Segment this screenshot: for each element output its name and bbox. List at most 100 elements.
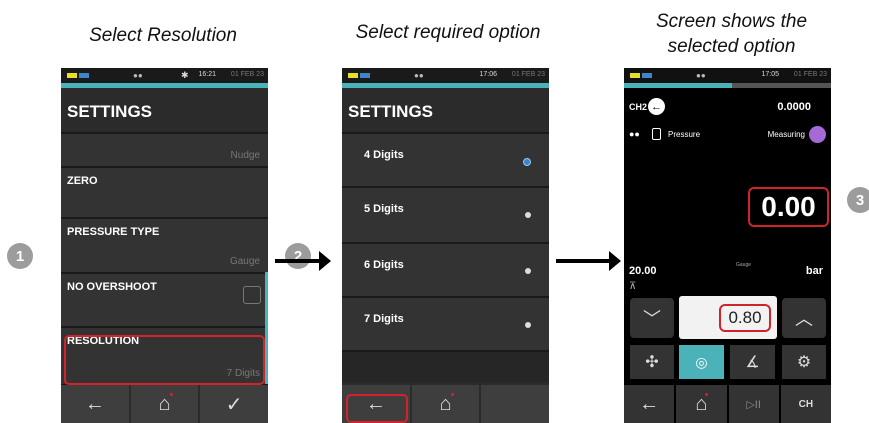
radio-icon[interactable] — [525, 268, 531, 274]
no-overshoot-checkbox[interactable] — [243, 286, 261, 304]
signal-icon — [360, 73, 370, 78]
radio-selected-icon[interactable] — [523, 158, 531, 166]
measure-icon: ◎ — [695, 353, 708, 370]
settings-button[interactable]: ⚙ — [782, 345, 826, 379]
radio-icon[interactable] — [525, 322, 531, 328]
signal-icon — [642, 73, 652, 78]
setting-label: NO OVERSHOOT — [67, 281, 157, 293]
option-label: 5 Digits — [364, 203, 404, 215]
channel-switch-icon[interactable]: ← — [648, 98, 665, 115]
angle-button[interactable]: ∡ — [730, 345, 775, 379]
progress-fill — [624, 83, 732, 88]
mode-label: Measuring — [767, 130, 805, 139]
setting-label: ZERO — [67, 175, 98, 187]
status-date: 01 FEB 23 — [793, 71, 827, 78]
status-date: 01 FEB 23 — [230, 71, 264, 78]
battery-icon — [67, 73, 77, 78]
device-screen-measurement: ●● 17:05 01 FEB 23 CH2 ← 0.0000 ●● Press… — [624, 68, 831, 423]
progress-track — [624, 83, 831, 88]
range-value: 20.00 — [629, 265, 657, 277]
option-label: 4 Digits — [364, 149, 404, 161]
decrease-button[interactable]: ﹀ — [630, 298, 674, 338]
highlight-resolution — [64, 335, 265, 385]
function-row: ●● Pressure Measuring — [624, 125, 831, 147]
caption-select-option: Select required option — [355, 22, 541, 43]
play-pause-button[interactable]: ▷II — [729, 385, 781, 423]
link-icon: ●● — [133, 71, 143, 80]
signal-icon — [79, 73, 89, 78]
channel-label: CH2 — [629, 102, 648, 112]
caption-select-resolution: Select Resolution — [89, 25, 237, 46]
caption-screen-shows-line1: Screen shows the — [655, 11, 808, 32]
caption-screen-shows-line2: selected option — [667, 36, 796, 57]
home-alert-dot — [169, 393, 173, 396]
pressure-type-label: Gauge — [736, 262, 752, 268]
status-bar: ●● 17:05 01 FEB 23 — [624, 68, 831, 83]
channel-row: CH2 ← 0.0000 — [624, 97, 831, 119]
arrow-right-icon — [275, 251, 331, 271]
setpoint-value-box: 0.80 — [719, 303, 771, 332]
scrollbar[interactable] — [265, 272, 268, 384]
home-button[interactable]: ⌂ — [412, 385, 482, 423]
setpoint-value: 0.80 — [728, 307, 762, 327]
status-time: 17:06 — [479, 71, 497, 78]
channel-button[interactable]: CH — [781, 385, 831, 423]
confirm-button[interactable]: ✓ — [200, 385, 268, 423]
device-screen-resolution-options: ●● 17:06 01 FEB 23 SETTINGS 4 Digits 5 D… — [342, 68, 549, 423]
bluetooth-icon: ✱ — [181, 70, 189, 80]
page-title: SETTINGS — [342, 88, 549, 134]
status-time: 17:05 — [761, 71, 779, 78]
option-4-digits[interactable]: 4 Digits — [342, 134, 549, 188]
chevron-down-icon: ﹀ — [643, 309, 661, 329]
empty-area — [342, 352, 549, 382]
unit-label: bar — [805, 265, 823, 277]
channel-reading: 0.0000 — [777, 101, 811, 113]
gear-icon: ⚙ — [796, 354, 812, 371]
pump-icon: ✣ — [645, 354, 659, 371]
radio-icon[interactable] — [525, 212, 531, 218]
back-button[interactable]: ← — [624, 385, 677, 423]
option-label: 7 Digits — [364, 313, 404, 325]
settings-row-zero[interactable]: ZERO — [61, 168, 268, 219]
pump-button[interactable]: ✣ — [630, 345, 674, 379]
status-date: 01 FEB 23 — [511, 71, 545, 78]
status-bar: ●● ✱ 16:21 01 FEB 23 — [61, 68, 268, 83]
battery-icon — [630, 73, 640, 78]
setting-value: Nudge — [230, 150, 260, 161]
settings-row-pressure-type[interactable]: PRESSURE TYPE Gauge — [61, 219, 268, 274]
range-icon: ⊼ — [629, 281, 637, 292]
link-icon: ●● — [696, 71, 706, 80]
status-bar: ●● 17:06 01 FEB 23 — [342, 68, 549, 83]
home-alert-dot — [450, 393, 454, 396]
sensor-icon: ●● — [629, 129, 640, 139]
bottom-nav: ← ⌂ ✓ — [61, 385, 268, 423]
chevron-up-icon: ︿ — [795, 309, 813, 329]
page-title: SETTINGS — [61, 88, 268, 134]
measuring-mode-icon[interactable] — [809, 126, 826, 143]
setting-value: Gauge — [229, 256, 260, 267]
main-reading: 0.00 — [761, 191, 816, 222]
home-alert-dot — [705, 393, 709, 396]
option-6-digits[interactable]: 6 Digits — [342, 244, 549, 298]
setpoint-field[interactable]: 0.80 — [679, 296, 777, 339]
function-label: Pressure — [668, 130, 701, 139]
arrow-right-icon — [556, 251, 621, 271]
device-screen-settings: ●● ✱ 16:21 01 FEB 23 SETTINGS Nudge ZERO… — [61, 68, 268, 423]
back-button[interactable]: ← — [61, 385, 131, 423]
home-button[interactable]: ⌂ — [131, 385, 201, 423]
measure-mode-button[interactable]: ◎ — [679, 345, 724, 379]
settings-row-no-overshoot[interactable]: NO OVERSHOOT — [61, 274, 268, 328]
option-7-digits[interactable]: 7 Digits — [342, 298, 549, 352]
home-icon: ⌂ — [158, 392, 171, 415]
status-time: 16:21 — [198, 71, 216, 78]
step-marker-1: 1 — [7, 243, 33, 269]
settings-row-nudge[interactable]: Nudge — [61, 134, 268, 168]
option-5-digits[interactable]: 5 Digits — [342, 188, 549, 244]
main-reading-box: 0.00 — [748, 187, 829, 227]
setting-label: PRESSURE TYPE — [67, 226, 160, 238]
increase-button[interactable]: ︿ — [782, 298, 826, 338]
blank-nav-slot — [481, 385, 549, 423]
home-button[interactable]: ⌂ — [676, 385, 729, 423]
bottom-nav: ← ⌂ ▷II CH — [624, 385, 831, 423]
home-icon: ⌂ — [439, 392, 452, 415]
